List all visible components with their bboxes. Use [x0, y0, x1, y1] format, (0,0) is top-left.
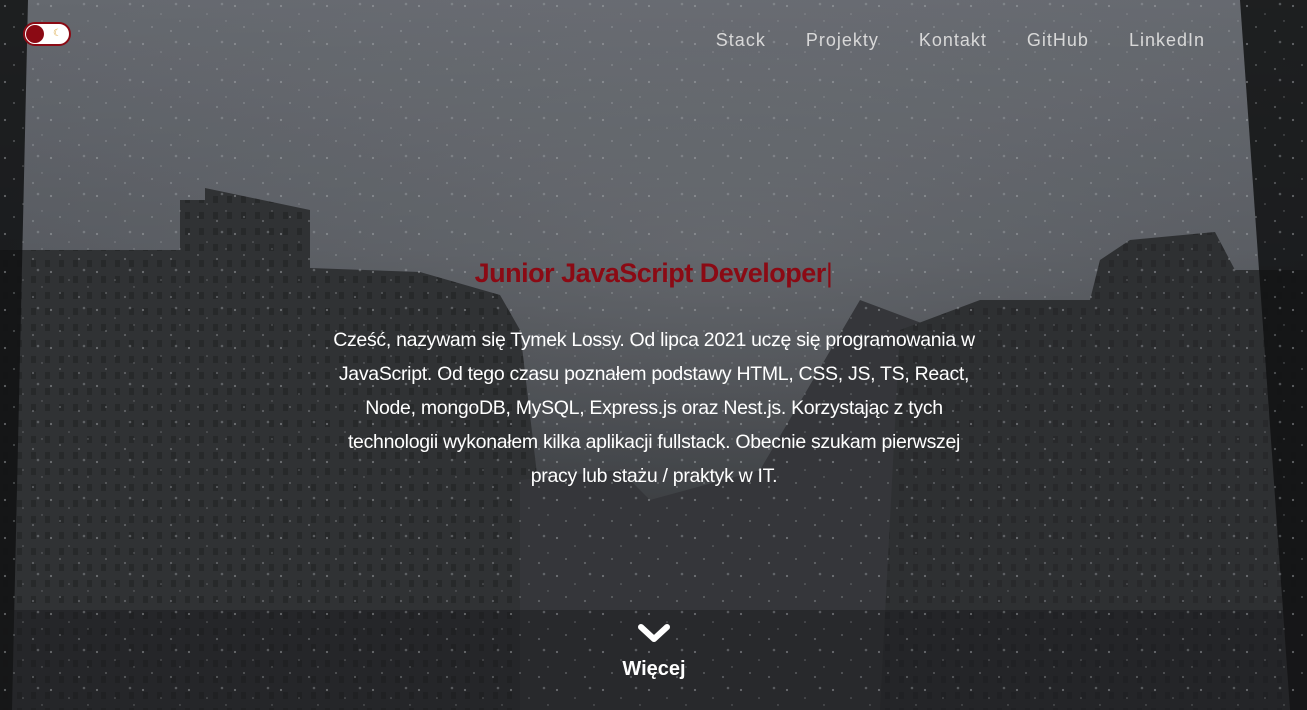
more-button[interactable]: Więcej: [603, 622, 705, 681]
more-label: Więcej: [622, 658, 686, 680]
main-nav: Stack Projekty Kontakt GitHub LinkedIn: [716, 30, 1205, 51]
nav-link-github[interactable]: GitHub: [1027, 30, 1089, 51]
headline-text: Junior JavaScript Developer: [474, 258, 827, 289]
intro-paragraph: Cześć, nazywam się Tymek Lossy. Od lipca…: [333, 328, 975, 487]
hero-headline: Junior JavaScript Developer|: [0, 258, 1307, 289]
hero-section: ☾ Stack Projekty Kontakt GitHub LinkedIn…: [0, 0, 1307, 710]
nav-link-stack[interactable]: Stack: [716, 30, 766, 51]
typing-cursor: |: [825, 258, 833, 289]
theme-toggle[interactable]: ☾: [23, 22, 71, 46]
chevron-down-icon: [638, 624, 670, 642]
nav-link-linkedin[interactable]: LinkedIn: [1129, 30, 1205, 51]
moon-icon: ☾: [53, 28, 62, 39]
nav-link-projekty[interactable]: Projekty: [806, 30, 879, 51]
nav-link-kontakt[interactable]: Kontakt: [919, 30, 987, 51]
toggle-knob: [26, 25, 44, 43]
